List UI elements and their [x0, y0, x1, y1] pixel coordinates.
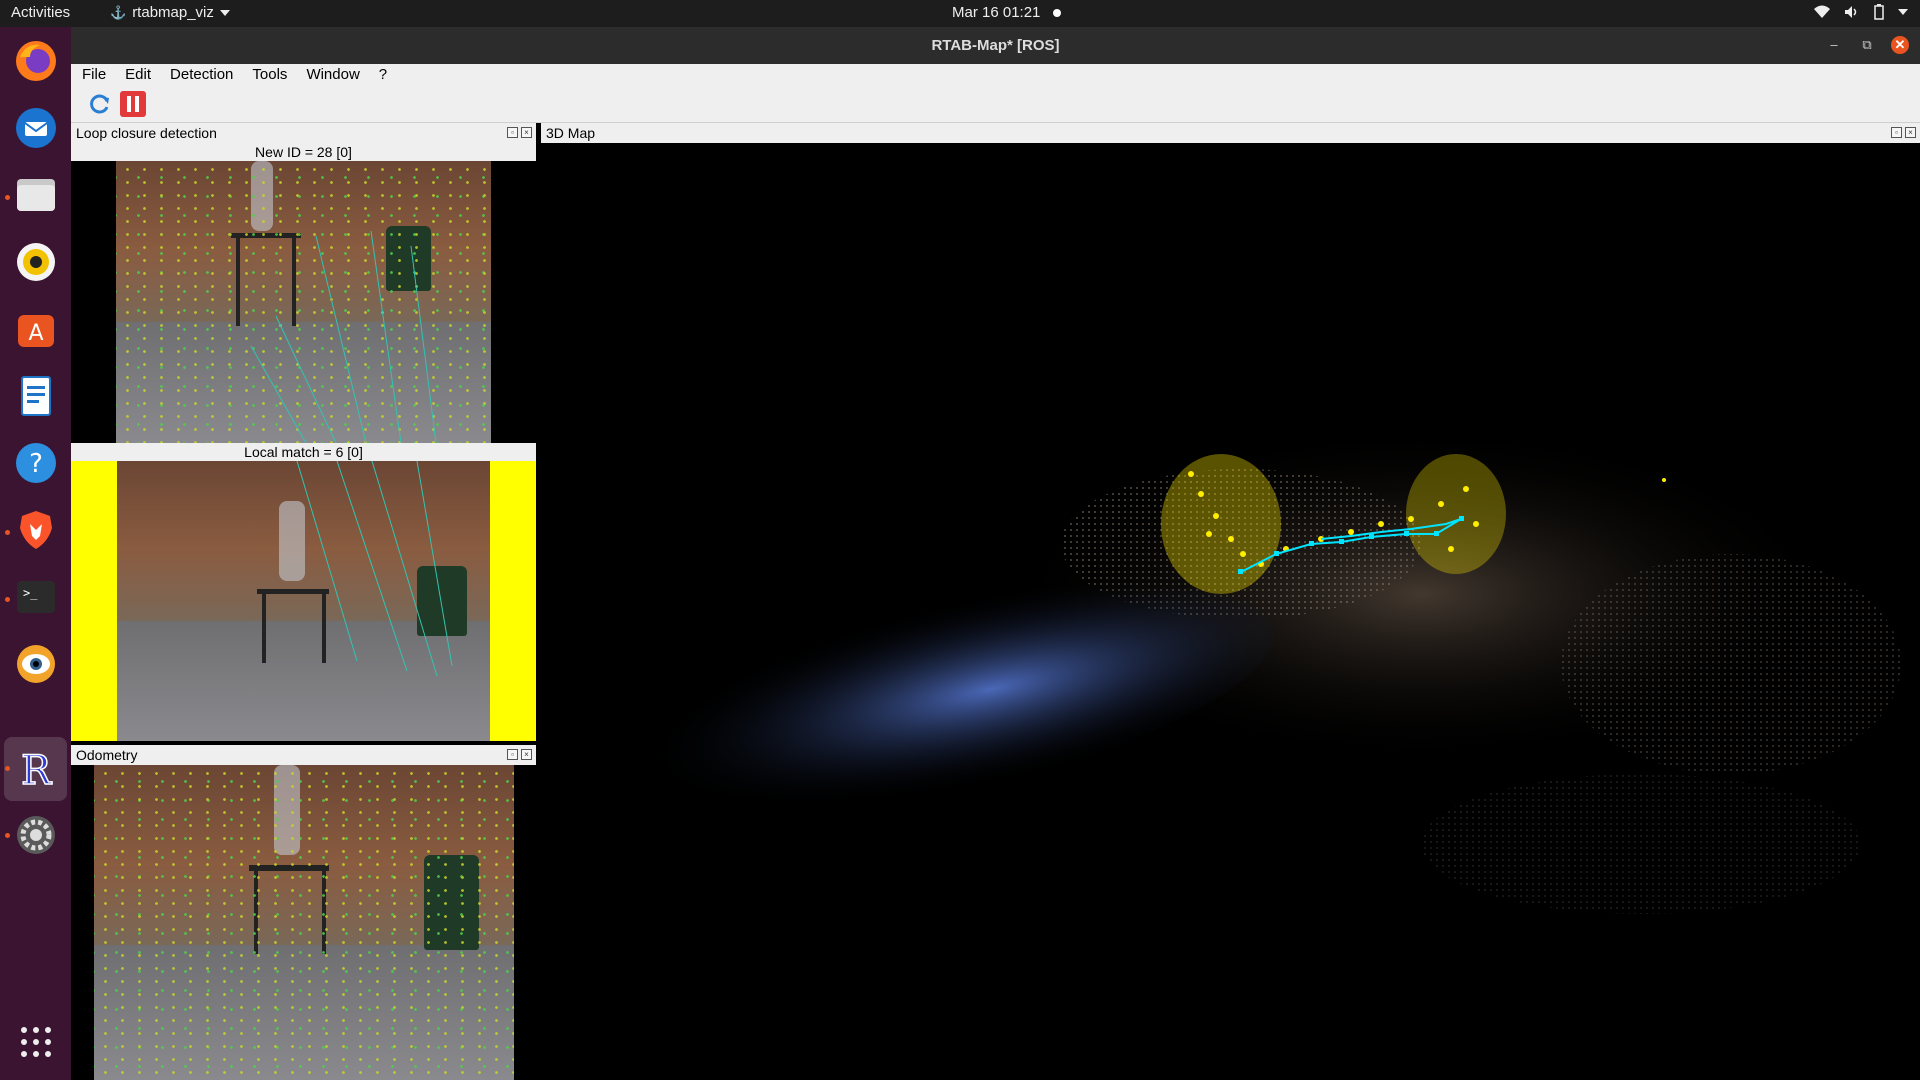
volume-icon: [1845, 6, 1857, 18]
running-indicator-icon: [5, 597, 10, 602]
odometry-panel-title: Odometry ▫ ×: [71, 745, 536, 765]
settings-icon[interactable]: [11, 810, 60, 859]
match-lines: [296, 461, 453, 677]
chevron-down-icon: [219, 9, 230, 16]
menu-edit[interactable]: Edit: [114, 64, 159, 86]
app-grid-icon[interactable]: [11, 1017, 60, 1066]
menu-window[interactable]: Window: [295, 64, 367, 86]
notification-dot-icon: [1053, 9, 1061, 17]
menu-tools[interactable]: Tools: [241, 64, 295, 86]
system-tray[interactable]: [1814, 4, 1908, 20]
new-camera-image: [116, 161, 491, 443]
match-image-view[interactable]: [71, 461, 536, 741]
float-icon[interactable]: ▫: [507, 127, 518, 138]
svg-text:A: A: [28, 321, 43, 346]
svg-text:R: R: [20, 748, 52, 790]
refresh-button[interactable]: [87, 91, 113, 117]
menu-help[interactable]: ?: [368, 64, 395, 86]
window-titlebar[interactable]: RTAB-Map* [ROS] – ⧉ ✕: [71, 27, 1920, 64]
map3d-title: 3D Map: [546, 125, 596, 141]
float-icon[interactable]: ▫: [507, 749, 518, 760]
pause-button[interactable]: [120, 91, 146, 117]
pause-icon: [127, 96, 139, 112]
svg-text:>_: >_: [23, 586, 38, 600]
match-lines: [250, 230, 437, 443]
rhythmbox-icon[interactable]: [11, 237, 60, 286]
running-indicator-icon: [5, 766, 10, 771]
loop-closure-title: Loop closure detection: [76, 125, 217, 141]
local-match-caption: Local match = 6 [0]: [71, 443, 536, 461]
top-bar: Activities ⚓ rtabmap_viz Mar 16 01:21: [0, 0, 1920, 27]
running-indicator-icon: [5, 195, 10, 200]
minimize-icon[interactable]: –: [1825, 36, 1843, 54]
new-image-view[interactable]: [71, 161, 536, 443]
close-icon[interactable]: ×: [521, 749, 532, 760]
toolbar: [71, 86, 1920, 123]
close-icon[interactable]: ✕: [1891, 36, 1909, 54]
map3d-viewport[interactable]: [541, 144, 1920, 1080]
new-id-caption: New ID = 28 [0]: [71, 143, 536, 161]
map3d-panel-title: 3D Map ▫ ×: [541, 123, 1920, 143]
writer-icon[interactable]: [11, 371, 60, 420]
loop-closure-panel-title: Loop closure detection ▫ ×: [71, 123, 536, 143]
refresh-icon: [90, 94, 109, 114]
clock[interactable]: Mar 16 01:21: [952, 4, 1040, 21]
battery-icon: [1874, 4, 1884, 20]
restore-icon[interactable]: ⧉: [1858, 36, 1876, 54]
cheese-icon[interactable]: [11, 639, 60, 688]
dock: A ? >_ R: [0, 27, 71, 1080]
odometry-image-view[interactable]: [71, 765, 536, 1080]
running-indicator-icon: [5, 530, 10, 535]
float-icon[interactable]: ▫: [1891, 127, 1902, 138]
firefox-icon[interactable]: [11, 36, 60, 85]
svg-text:?: ?: [29, 449, 43, 479]
app-icon: ⚓: [110, 4, 127, 20]
system-menu-chevron-icon: [1898, 9, 1908, 15]
app-menu-label: rtabmap_viz: [132, 4, 214, 21]
matched-camera-image: [117, 461, 490, 741]
wifi-icon: [1814, 5, 1830, 18]
brave-icon[interactable]: [11, 505, 60, 554]
terminal-icon[interactable]: >_: [11, 572, 60, 621]
menu-bar: File Edit Detection Tools Window ?: [71, 64, 1920, 86]
app-menu[interactable]: ⚓ rtabmap_viz: [110, 4, 230, 21]
menu-detection[interactable]: Detection: [159, 64, 241, 86]
menu-file[interactable]: File: [71, 64, 114, 86]
running-indicator-icon: [5, 833, 10, 838]
app-center-icon[interactable]: A: [11, 304, 60, 353]
odometry-title: Odometry: [76, 747, 138, 763]
files-icon[interactable]: [11, 170, 60, 219]
thunderbird-icon[interactable]: [11, 103, 60, 152]
help-icon[interactable]: ?: [11, 438, 60, 487]
close-icon[interactable]: ×: [1905, 127, 1916, 138]
odometry-camera-image: [94, 765, 514, 1080]
close-icon[interactable]: ×: [521, 127, 532, 138]
point-cloud: [568, 424, 1901, 914]
rtabmap-icon[interactable]: R: [11, 743, 60, 792]
window-title: RTAB-Map* [ROS]: [931, 37, 1060, 54]
activities-button[interactable]: Activities: [11, 4, 70, 21]
